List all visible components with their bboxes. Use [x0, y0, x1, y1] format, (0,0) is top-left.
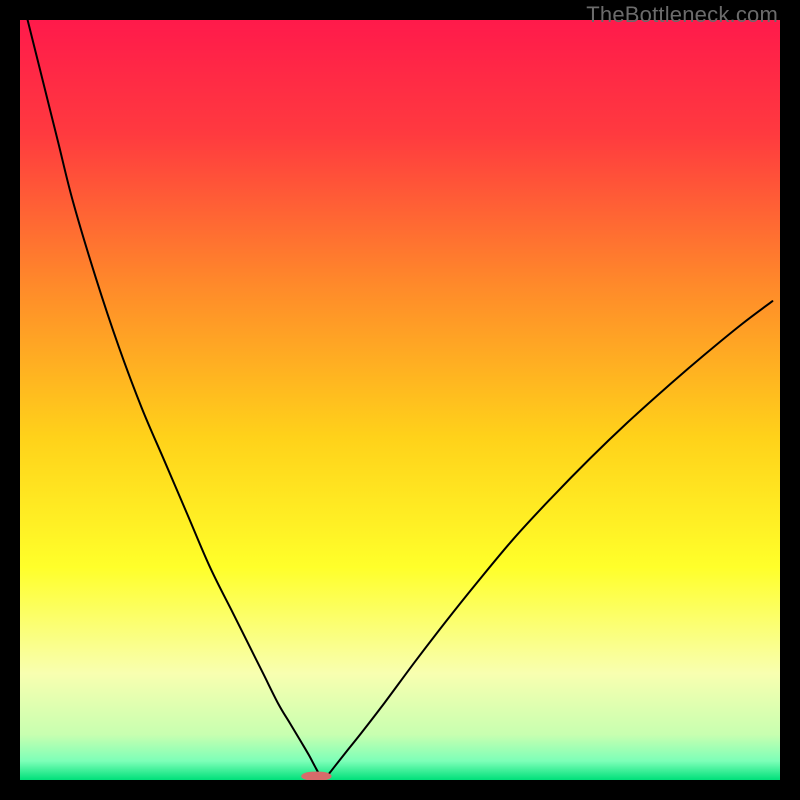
watermark-text: TheBottleneck.com	[586, 2, 778, 28]
bottleneck-chart	[20, 20, 780, 780]
gradient-background	[20, 20, 780, 780]
optimal-marker	[301, 772, 331, 780]
chart-frame	[20, 20, 780, 780]
